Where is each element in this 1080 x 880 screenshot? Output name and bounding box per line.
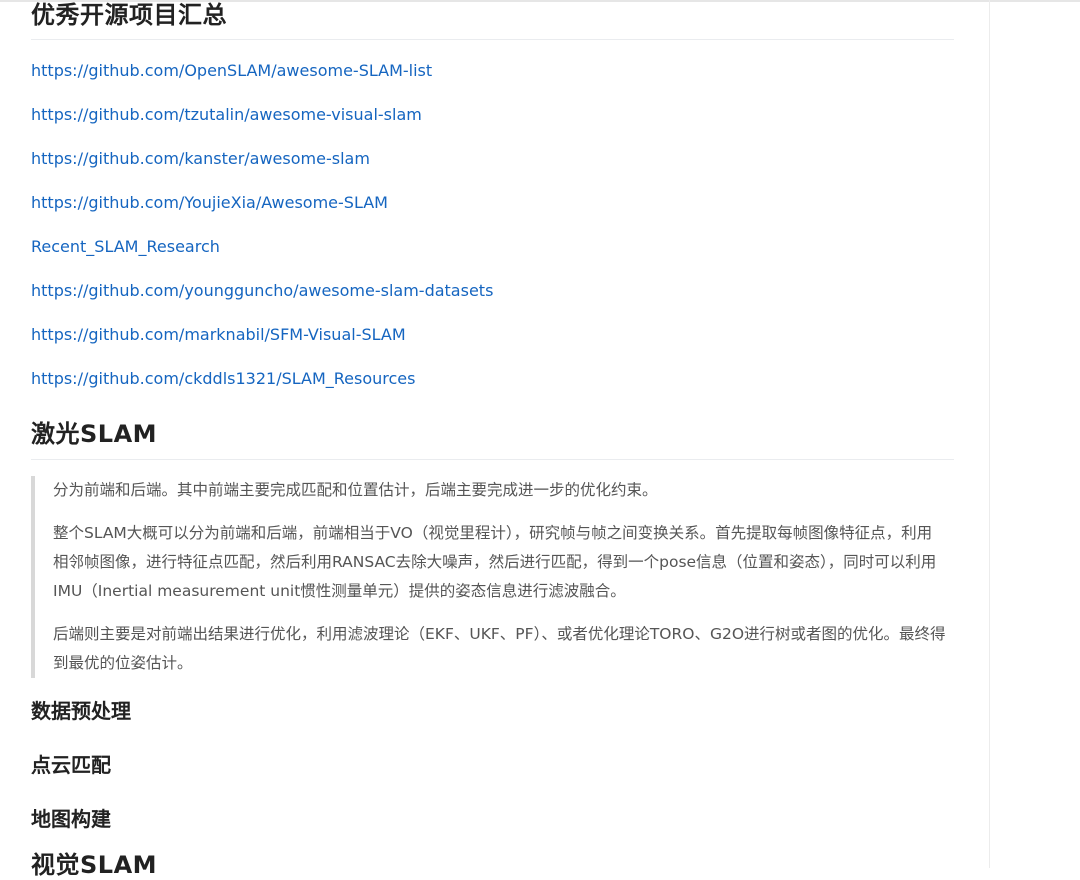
quote-paragraph: 后端则主要是对前端出结果进行优化，利用滤波理论（EKF、UKF、PF）、或者优化… <box>53 625 946 672</box>
link-youjiexia-awesome-slam[interactable]: https://github.com/YoujieXia/Awesome-SLA… <box>31 190 493 234</box>
link-recent-slam-research[interactable]: Recent_SLAM_Research <box>31 234 493 278</box>
section-heading-open-source: 优秀开源项目汇总 <box>31 1 227 29</box>
subheading-data-preprocessing: 数据预处理 <box>31 699 131 723</box>
heading-divider <box>31 39 954 40</box>
link-openslam-awesome-slam-list[interactable]: https://github.com/OpenSLAM/awesome-SLAM… <box>31 58 493 102</box>
heading-divider <box>31 459 954 460</box>
right-panel-divider <box>989 0 990 868</box>
section-heading-laser-slam: 激光SLAM <box>31 420 158 448</box>
section-heading-visual-slam: 视觉SLAM <box>31 851 158 879</box>
quote-paragraph: 整个SLAM大概可以分为前端和后端，前端相当于VO（视觉里程计），研究帧与帧之间… <box>53 524 937 600</box>
link-younggun-awesome-slam-datasets[interactable]: https://github.com/youngguncho/awesome-s… <box>31 278 493 322</box>
subheading-map-building: 地图构建 <box>31 807 111 831</box>
quote-paragraph: 分为前端和后端。其中前端主要完成匹配和位置估计，后端主要完成进一步的优化约束。 <box>53 481 658 499</box>
link-marknabil-sfm-visual-slam[interactable]: https://github.com/marknabil/SFM-Visual-… <box>31 322 493 366</box>
link-kanster-awesome-slam[interactable]: https://github.com/kanster/awesome-slam <box>31 146 493 190</box>
link-ckddls-slam-resources[interactable]: https://github.com/ckddls1321/SLAM_Resou… <box>31 366 493 410</box>
link-list: https://github.com/OpenSLAM/awesome-SLAM… <box>31 58 493 410</box>
link-tzutalin-awesome-visual-slam[interactable]: https://github.com/tzutalin/awesome-visu… <box>31 102 493 146</box>
subheading-point-cloud-matching: 点云匹配 <box>31 753 111 777</box>
blockquote: 分为前端和后端。其中前端主要完成匹配和位置估计，后端主要完成进一步的优化约束。 … <box>31 476 954 678</box>
